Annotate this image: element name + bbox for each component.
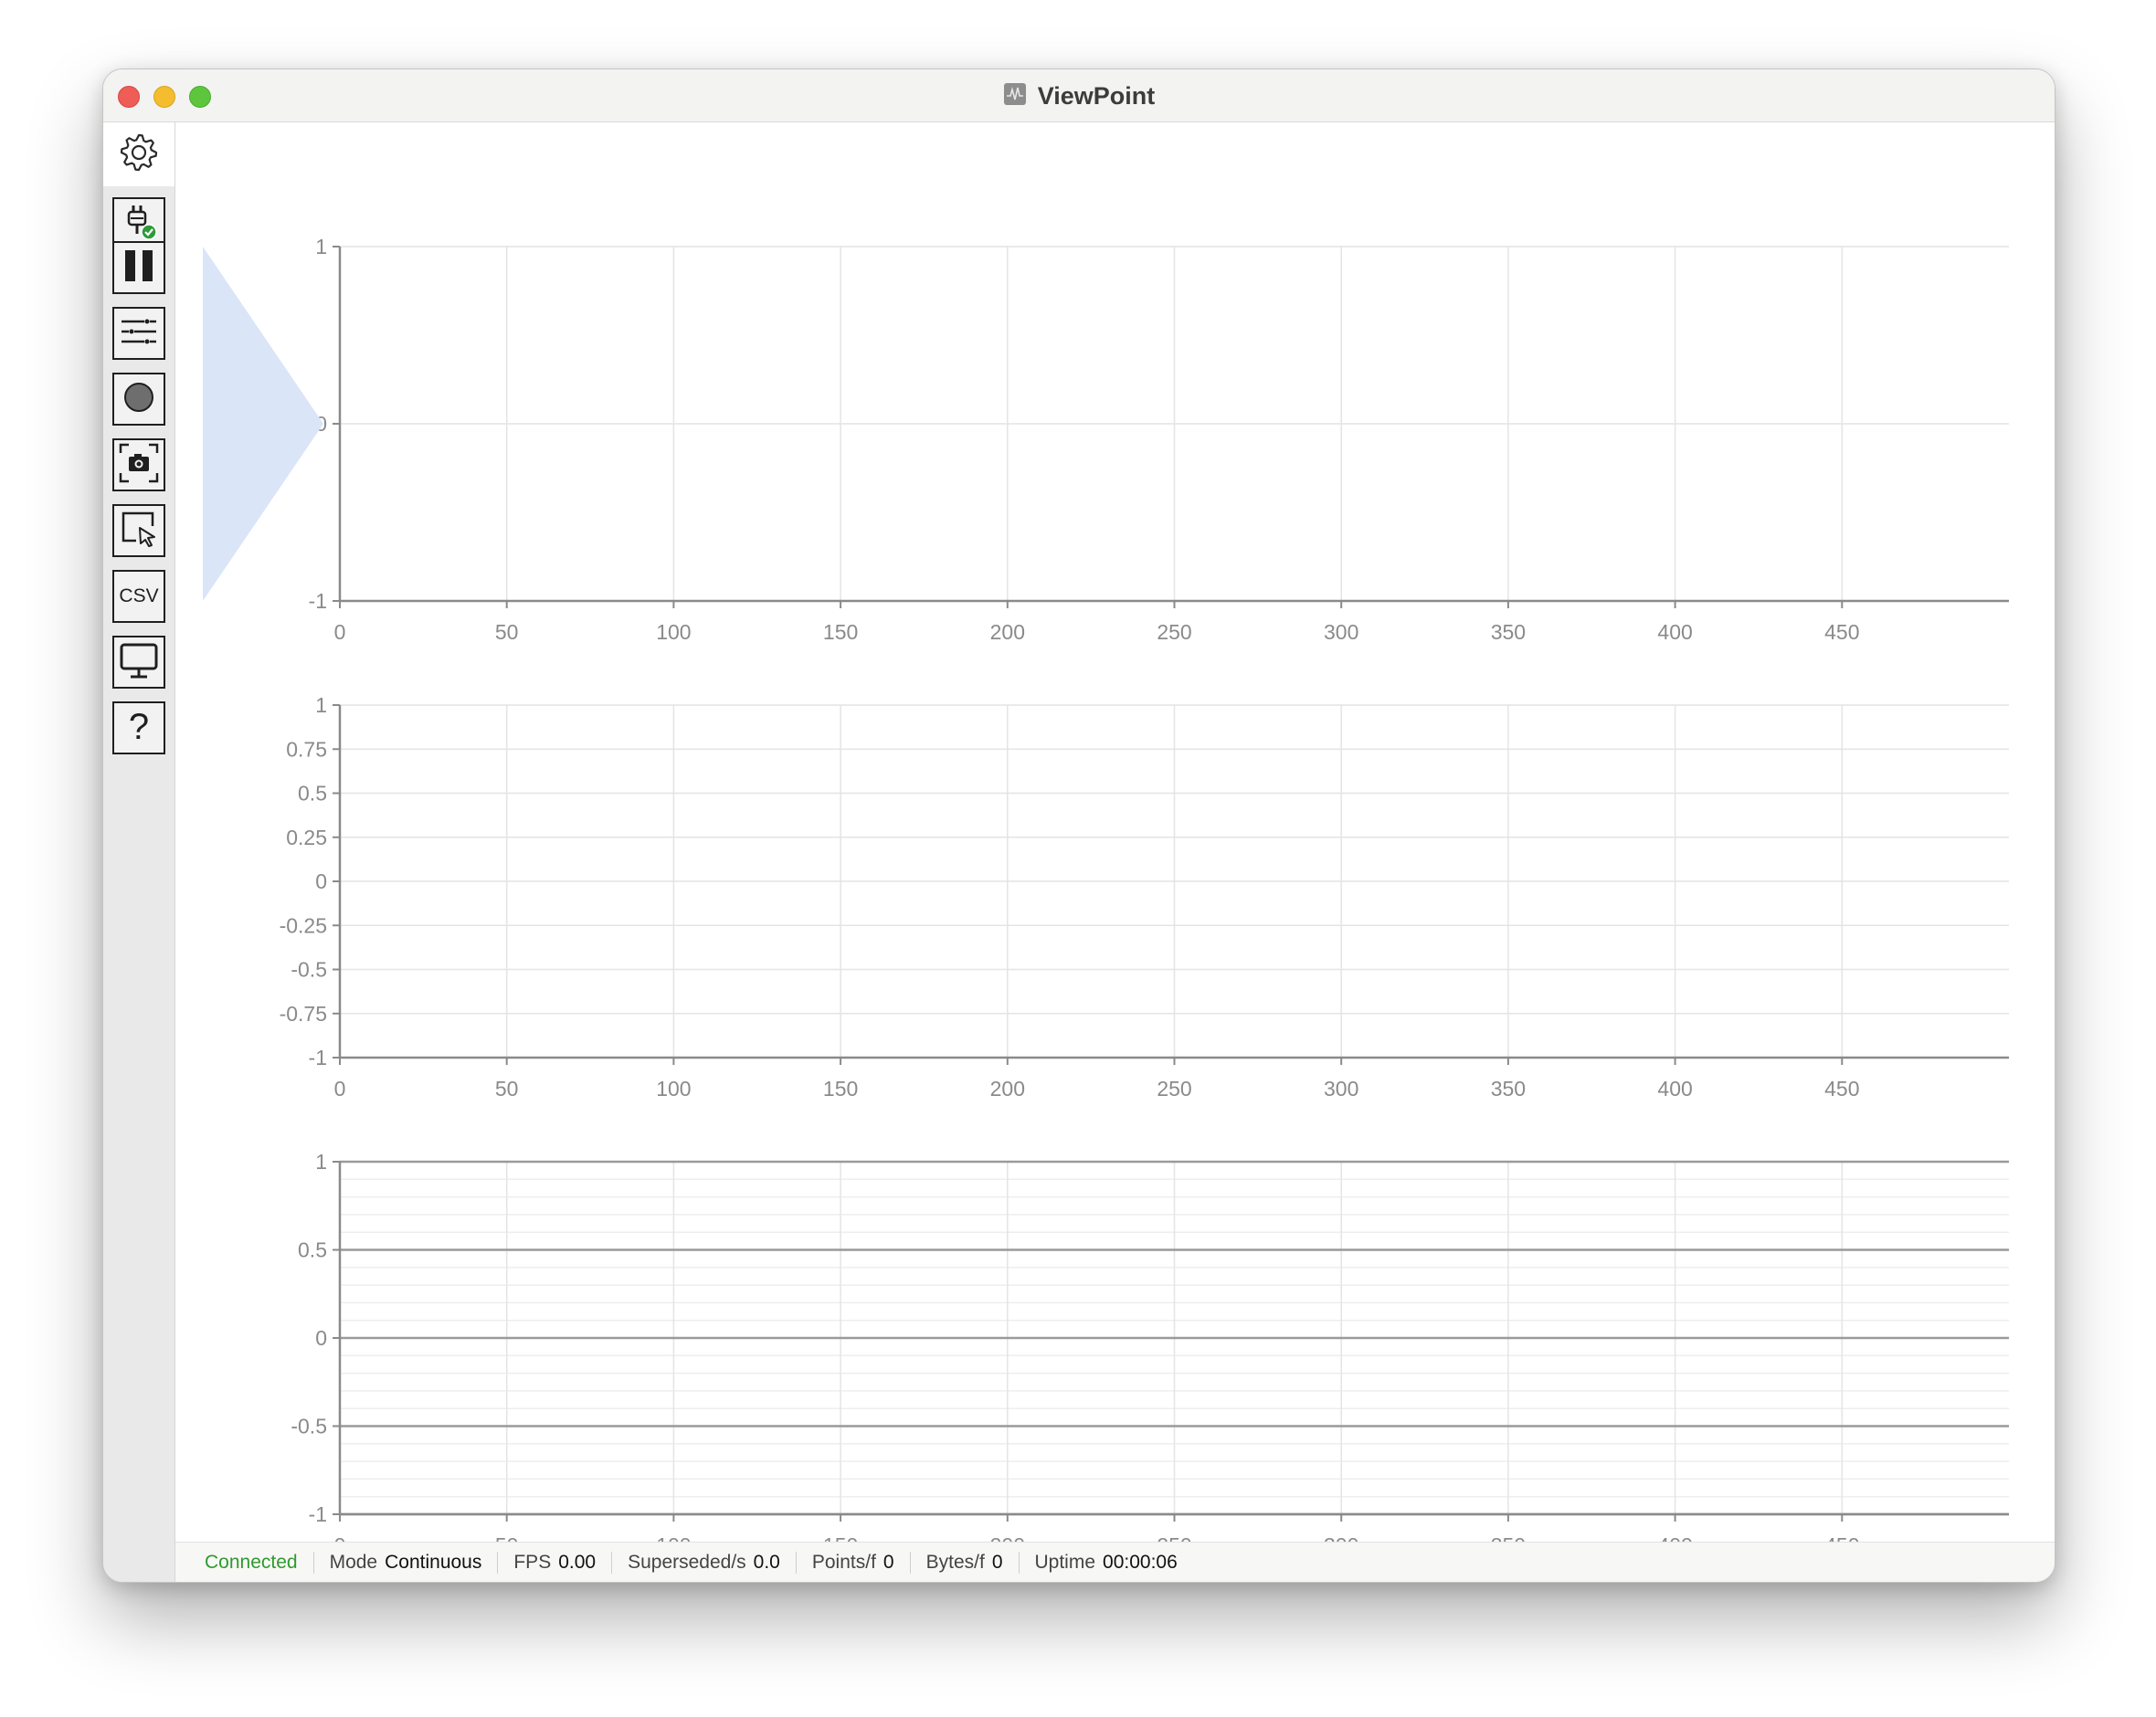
status-mode: Mode Continuous <box>312 1551 498 1574</box>
app-window: ViewPoint CSV ? 0 50 100 150 200 250 300… <box>102 68 2056 1583</box>
monitor-icon <box>118 639 160 686</box>
x-tick-label: 100 <box>656 1533 691 1542</box>
window-title: ViewPoint <box>103 81 2055 111</box>
y-tick-label: -0.5 <box>291 1415 327 1438</box>
x-tick-label: 200 <box>990 1077 1025 1101</box>
x-tick-label: 300 <box>1324 1533 1358 1542</box>
x-tick-label: 300 <box>1324 1077 1358 1101</box>
fps-value: 0.00 <box>558 1551 597 1573</box>
mode-label: Mode <box>329 1551 378 1573</box>
x-tick-label: 300 <box>1324 620 1358 644</box>
help-button[interactable]: ? <box>112 701 165 754</box>
y-tick-label: 0.5 <box>298 1238 327 1262</box>
x-tick-label: 0 <box>334 1077 346 1101</box>
csv-icon: CSV <box>119 585 159 606</box>
app-logo-icon <box>1003 82 1027 111</box>
help-icon: ? <box>118 705 160 752</box>
x-tick-label: 200 <box>990 1533 1025 1542</box>
x-tick-label: 250 <box>1157 1533 1191 1542</box>
toolbar-sidebar: CSV ? <box>103 122 175 1582</box>
y-tick-label: 1 <box>315 235 327 258</box>
y-tick-label: 0.75 <box>286 737 327 761</box>
select-button[interactable] <box>112 504 165 557</box>
gear-icon <box>117 131 161 179</box>
x-tick-label: 0 <box>334 1533 346 1542</box>
record-icon <box>118 376 160 423</box>
superseded-label: Superseded/s <box>628 1551 746 1573</box>
uptime-value: 00:00:06 <box>1103 1551 1178 1573</box>
y-tick-label: 0 <box>315 1326 327 1350</box>
x-tick-label: 200 <box>990 620 1025 644</box>
plug-check-icon <box>118 201 160 248</box>
mode-value: Continuous <box>385 1551 482 1573</box>
x-tick-label: 50 <box>495 1077 519 1101</box>
points-value: 0 <box>882 1551 894 1573</box>
status-bytes: Bytes/f 0 <box>909 1551 1019 1574</box>
fps-label: FPS <box>513 1551 552 1573</box>
x-tick-label: 450 <box>1824 1077 1859 1101</box>
x-tick-label: 350 <box>1491 620 1526 644</box>
status-connection: Connected <box>205 1552 313 1574</box>
settings-button[interactable] <box>103 122 174 186</box>
x-tick-label: 250 <box>1157 620 1191 644</box>
x-tick-label: 100 <box>656 1077 691 1101</box>
x-tick-label: 350 <box>1491 1077 1526 1101</box>
x-tick-label: 400 <box>1657 620 1692 644</box>
x-tick-label: 450 <box>1824 620 1859 644</box>
x-tick-label: 350 <box>1491 1533 1526 1542</box>
bytes-label: Bytes/f <box>925 1551 985 1573</box>
x-tick-label: 400 <box>1657 1533 1692 1542</box>
y-tick-label: 0 <box>315 869 327 893</box>
y-tick-label: 1 <box>315 1150 327 1174</box>
y-tick-label: 0.5 <box>298 782 327 806</box>
csv-export-button[interactable]: CSV <box>112 570 165 623</box>
y-tick-label: -0.25 <box>280 913 327 937</box>
y-tick-label: -0.75 <box>280 1002 327 1026</box>
x-tick-label: 150 <box>823 620 858 644</box>
title-bar: ViewPoint <box>103 69 2055 122</box>
x-tick-label: 0 <box>334 620 346 644</box>
y-tick-label: -1 <box>309 1046 327 1069</box>
x-tick-label: 150 <box>823 1533 858 1542</box>
x-tick-label: 250 <box>1157 1077 1191 1101</box>
x-tick-label: 50 <box>495 1533 519 1542</box>
y-tick-label: -1 <box>309 589 327 613</box>
status-uptime: Uptime 00:00:06 <box>1018 1551 1193 1574</box>
bytes-value: 0 <box>991 1551 1003 1573</box>
record-button[interactable] <box>112 373 165 426</box>
connection-status: Connected <box>205 1551 298 1573</box>
window-title-text: ViewPoint <box>1037 81 1156 110</box>
status-points: Points/f 0 <box>795 1551 910 1574</box>
points-label: Points/f <box>811 1551 876 1573</box>
y-tick-label: -1 <box>309 1502 327 1526</box>
y-tick-label: 0.25 <box>286 826 327 849</box>
display-button[interactable] <box>112 636 165 689</box>
screenshot-button[interactable] <box>112 438 165 491</box>
status-superseded: Superseded/s 0.0 <box>611 1551 796 1574</box>
cursor-select-icon <box>118 508 160 554</box>
y-tick-label: 1 <box>315 693 327 717</box>
plot-area: 05010015020025030035040045010-1050100150… <box>175 122 2055 1557</box>
x-tick-label: 50 <box>495 620 519 644</box>
help-glyph: ? <box>129 707 149 747</box>
camera-icon <box>118 442 160 489</box>
x-tick-label: 450 <box>1824 1533 1859 1542</box>
charts-canvas[interactable]: 05010015020025030035040045010-1050100150… <box>175 122 2055 1557</box>
pause-icon <box>118 245 160 291</box>
status-fps: FPS 0.00 <box>497 1551 611 1574</box>
uptime-label: Uptime <box>1034 1551 1096 1573</box>
x-tick-label: 150 <box>823 1077 858 1101</box>
zero-level-marker <box>203 247 323 601</box>
sliders-icon <box>118 311 160 357</box>
pause-button[interactable] <box>112 241 165 294</box>
x-tick-label: 400 <box>1657 1077 1692 1101</box>
x-tick-label: 100 <box>656 620 691 644</box>
superseded-value: 0.0 <box>753 1551 780 1573</box>
adjust-button[interactable] <box>112 307 165 360</box>
status-bar: Connected Mode Continuous FPS 0.00 Super… <box>175 1542 2055 1582</box>
y-tick-label: -0.5 <box>291 958 327 982</box>
